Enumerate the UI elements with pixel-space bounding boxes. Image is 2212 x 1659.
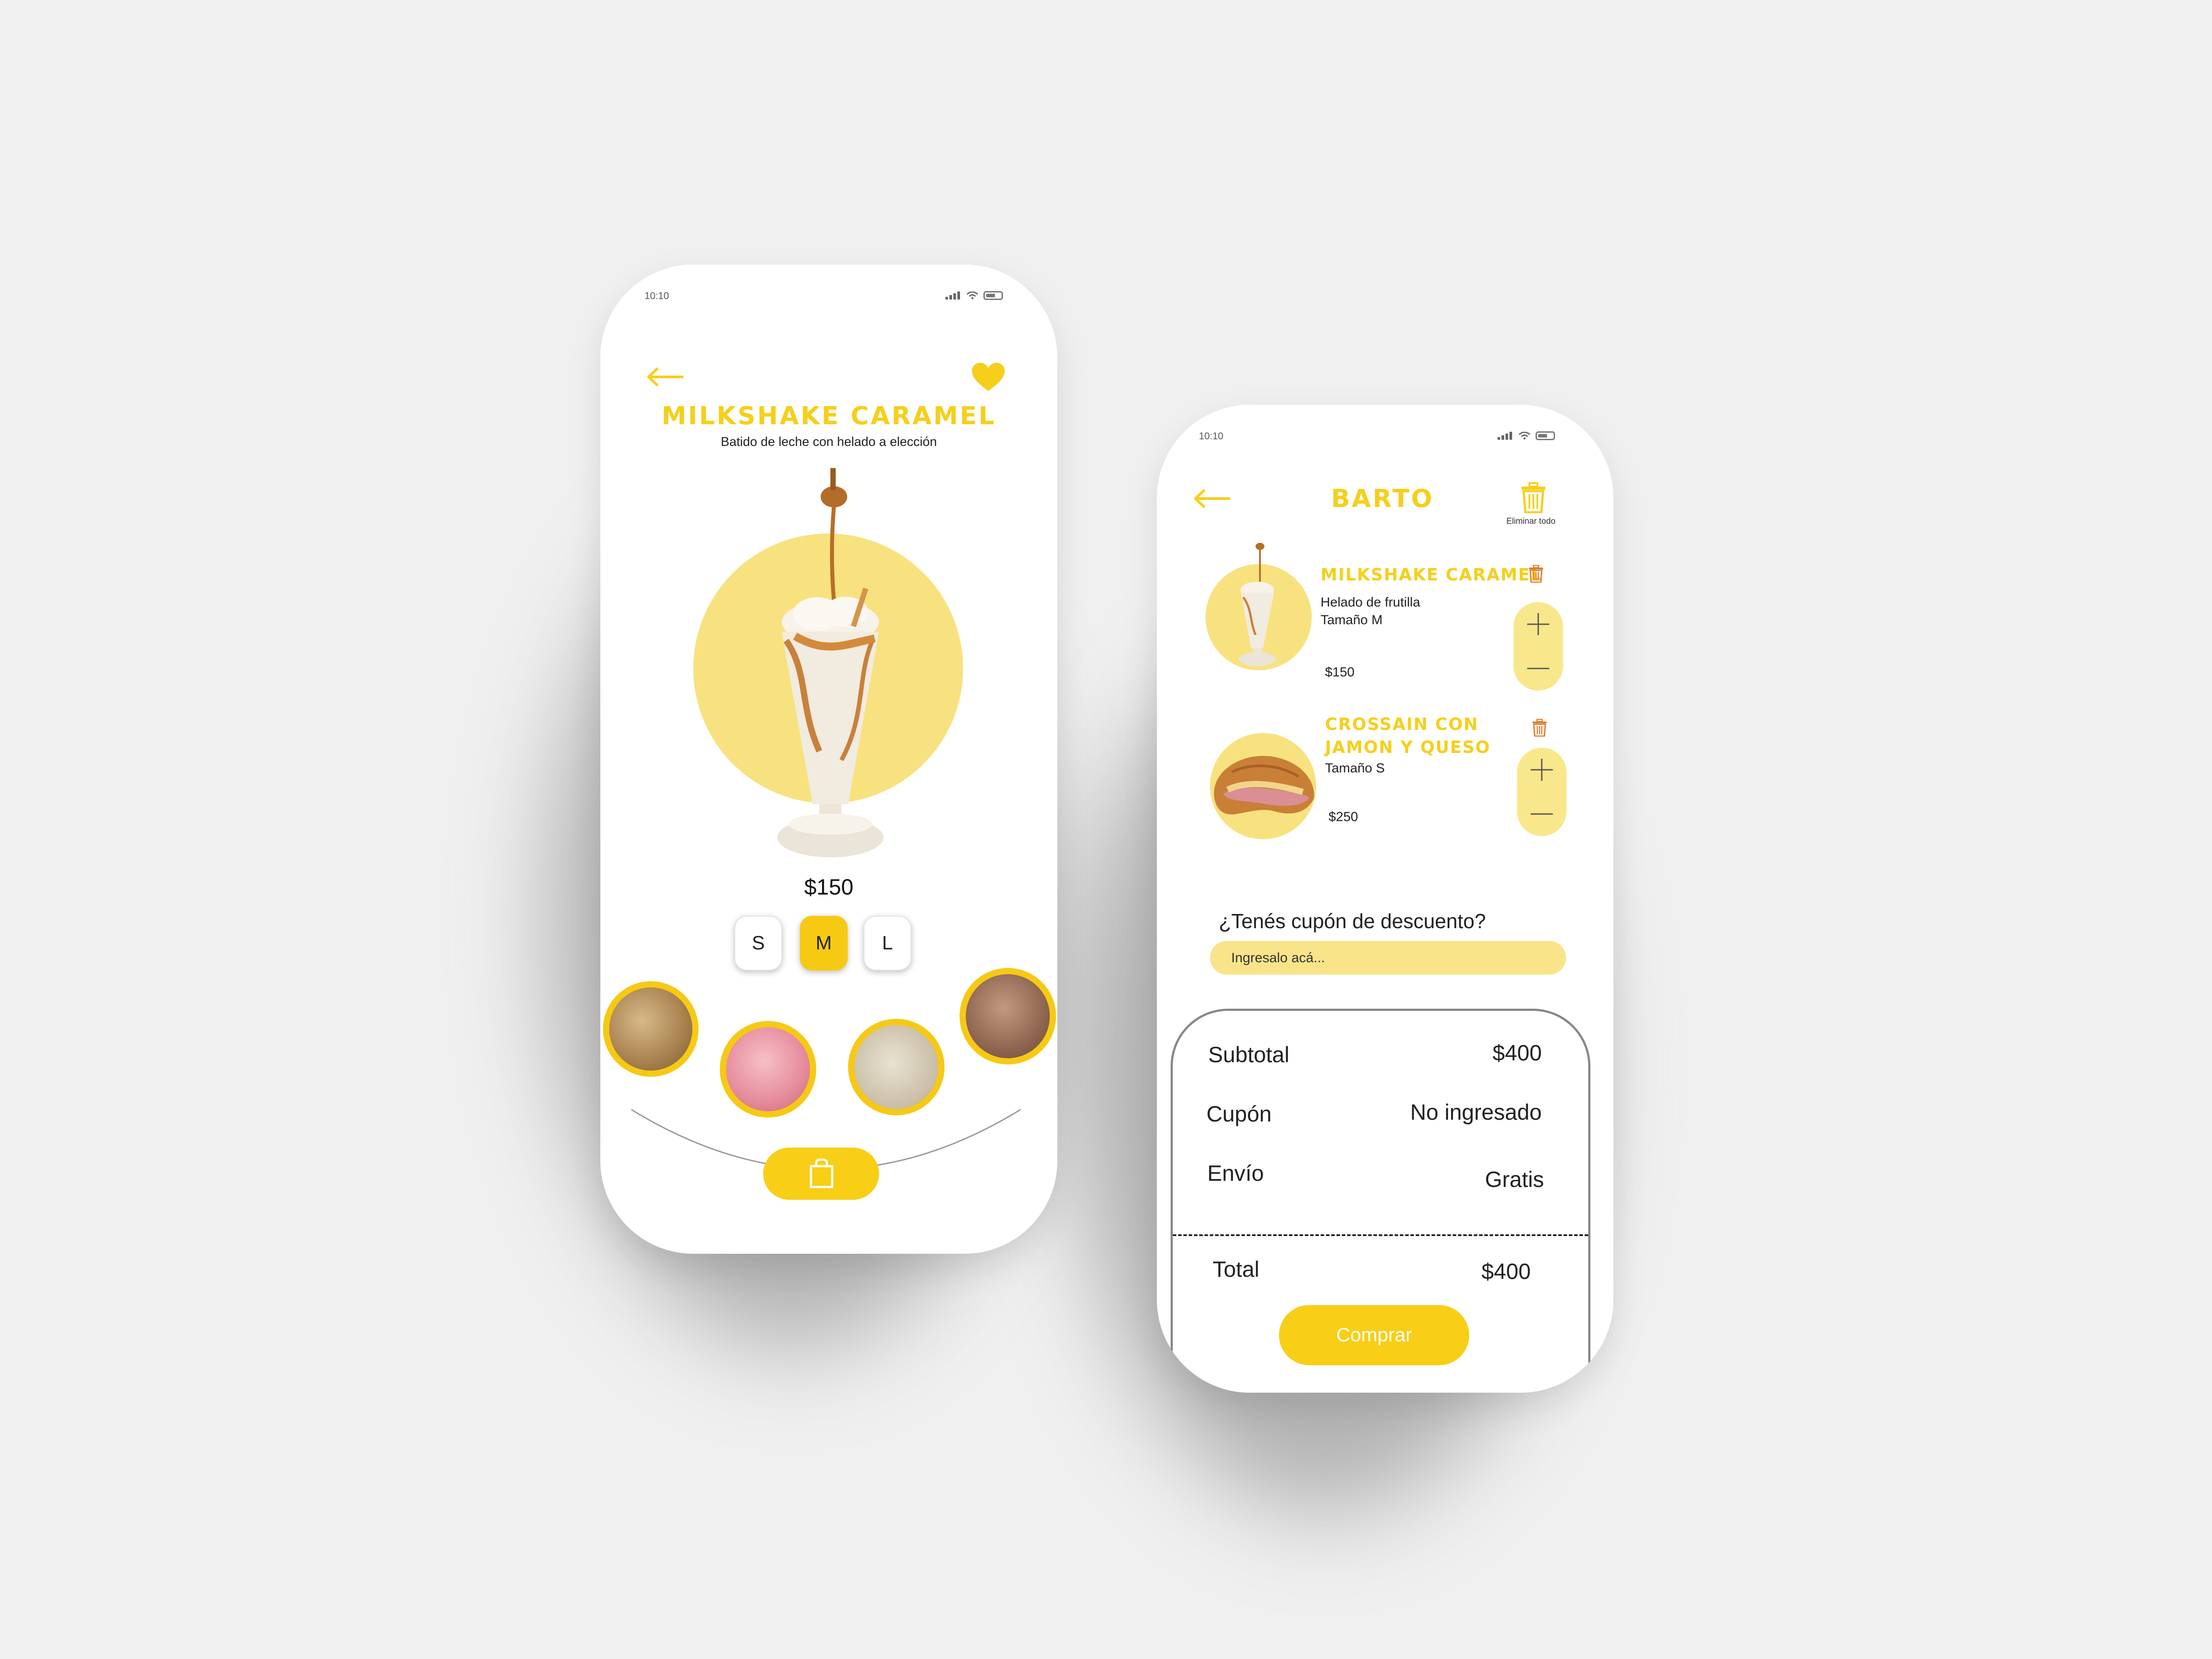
back-arrow-icon[interactable] (646, 367, 684, 387)
product-screen: 10:10 MILKSHAKE CARAMEL Batido de leche … (600, 265, 1057, 1254)
item-price: $150 (1325, 665, 1355, 680)
item-price: $250 (1329, 810, 1358, 824)
increase-quantity-button[interactable] (1513, 602, 1563, 646)
coupon-input[interactable]: Ingresalo acá... (1210, 941, 1566, 975)
heart-icon[interactable] (972, 363, 1005, 392)
signal-icon (945, 292, 961, 300)
status-time: 10:10 (645, 290, 669, 301)
item-name: MILKSHAKE CARAMEL (1321, 565, 1542, 584)
remove-item-icon[interactable] (1532, 719, 1547, 737)
item-size: Tamaño S (1325, 761, 1385, 776)
wifi-icon (967, 292, 978, 300)
coupon-question: ¿Tenés cupón de descuento? (1219, 910, 1486, 933)
status-time: 10:10 (1199, 430, 1224, 442)
cart-item: MILKSHAKE CARAMEL Helado de frutilla Tam… (1157, 538, 1613, 691)
total-label: Total (1213, 1257, 1260, 1282)
size-button-l[interactable]: L (864, 916, 911, 971)
item-name-line1: CROSSAIN CON (1325, 714, 1479, 734)
quantity-stepper (1517, 748, 1567, 836)
order-summary: Subtotal $400 Cupón No ingresado Envío G… (1171, 1009, 1590, 1393)
quantity-stepper (1513, 602, 1563, 691)
milkshake-illustration (777, 468, 883, 857)
plus-icon (1531, 759, 1553, 781)
delete-all-button[interactable]: Eliminar todo (1506, 482, 1555, 531)
product-subtitle: Batido de leche con helado a elección (721, 435, 937, 449)
back-arrow-icon[interactable] (1193, 489, 1230, 508)
item-name-line2: JAMON Y QUESO (1325, 737, 1491, 757)
decrease-quantity-button[interactable] (1517, 792, 1567, 836)
wifi-icon (1519, 432, 1530, 440)
increase-quantity-button[interactable] (1517, 748, 1567, 792)
milkshake-thumbnail (1239, 543, 1276, 666)
minus-icon (1527, 668, 1549, 669)
size-button-m[interactable]: M (800, 916, 848, 971)
battery-icon (1536, 431, 1555, 440)
product-price: $150 (804, 875, 854, 899)
buy-button[interactable]: Comprar (1279, 1305, 1469, 1365)
signal-icon (1498, 432, 1513, 440)
flavor-option-chocolate[interactable] (960, 968, 1056, 1064)
status-icons (945, 290, 1003, 301)
decrease-quantity-button[interactable] (1513, 646, 1563, 691)
product-title: MILKSHAKE CARAMEL (661, 402, 996, 430)
summary-divider (1173, 1234, 1588, 1236)
cart-item: CROSSAIN CON JAMON Y QUESO Tamaño S $250 (1157, 714, 1613, 860)
item-size: Tamaño M (1321, 613, 1383, 627)
coupon-label: Cupón (1206, 1102, 1272, 1126)
shopping-bag-icon (810, 1158, 833, 1188)
add-to-cart-button[interactable] (763, 1148, 879, 1200)
croissant-thumbnail (1214, 756, 1314, 814)
cart-screen: 10:10 BARTO Eliminar todo MILKSHAKE CARA… (1157, 405, 1613, 1393)
remove-item-icon[interactable] (1528, 565, 1544, 583)
trash-icon (1521, 482, 1545, 513)
size-button-s[interactable]: S (734, 916, 782, 971)
delete-all-label: Eliminar todo (1506, 517, 1555, 526)
status-icons (1498, 430, 1555, 441)
plus-icon (1527, 613, 1549, 635)
minus-icon (1531, 813, 1553, 815)
battery-icon (983, 291, 1003, 300)
subtotal-value: $400 (1492, 1041, 1542, 1065)
shipping-value: Gratis (1485, 1167, 1544, 1192)
total-value: $400 (1481, 1259, 1531, 1284)
subtotal-label: Subtotal (1208, 1042, 1290, 1067)
coupon-value: No ingresado (1410, 1100, 1542, 1125)
item-detail: Helado de frutilla (1321, 595, 1421, 610)
flavor-option-dulce-de-leche[interactable] (603, 981, 699, 1077)
coupon-placeholder: Ingresalo acá... (1231, 950, 1325, 965)
cart-title: BARTO (1331, 484, 1434, 513)
product-image (693, 468, 968, 866)
shipping-label: Envío (1207, 1161, 1264, 1186)
